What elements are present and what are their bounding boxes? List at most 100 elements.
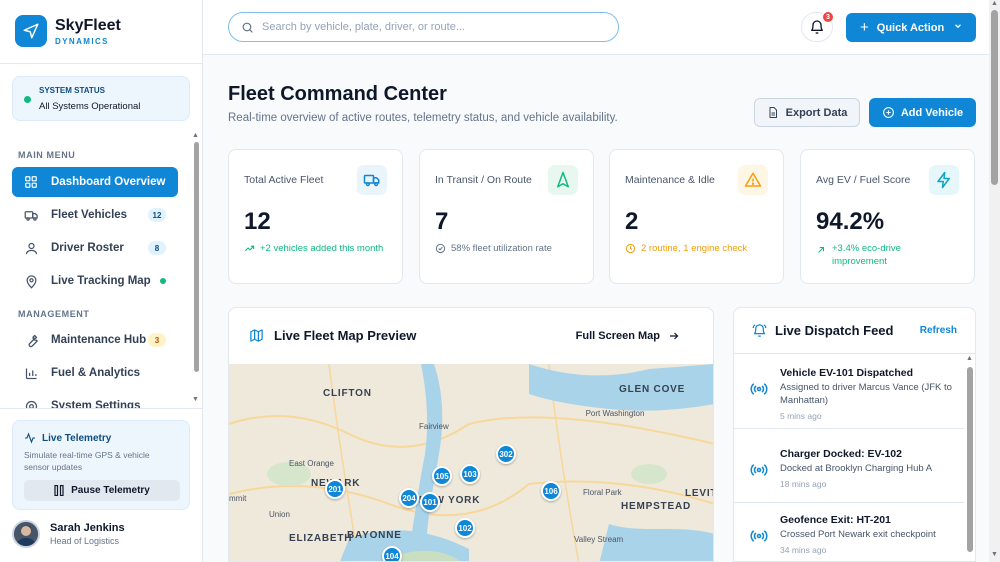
feed-item-time: 5 mins ago — [780, 411, 822, 421]
sidebar-scrollbar[interactable]: ▲ ▼ — [192, 132, 200, 408]
scroll-up-arrow-icon[interactable]: ▲ — [991, 0, 998, 7]
check-circle-icon — [435, 242, 447, 258]
sidebar-item-driver-roster[interactable]: Driver Roster 8 — [12, 233, 178, 263]
scrollbar-thumb[interactable] — [194, 142, 199, 372]
count-badge: 3 — [148, 333, 166, 347]
kpi-card-avg-ev-fuel-score: Avg EV / Fuel Score 94.2% +3.4% eco-driv… — [800, 149, 975, 284]
vehicle-pin[interactable]: 302 — [496, 444, 516, 464]
vehicle-pin[interactable]: 105 — [432, 466, 452, 486]
sidebar-item-dashboard[interactable]: Dashboard Overview — [12, 167, 178, 197]
page-subtitle: Real-time overview of active routes, tel… — [228, 112, 618, 124]
map-pin-icon — [23, 273, 39, 289]
map-place-label: Floral Park — [583, 488, 622, 497]
system-status-label: SYSTEM STATUS — [39, 86, 105, 95]
feed-item-time: 18 mins ago — [780, 479, 827, 489]
scrollbar-thumb[interactable] — [967, 367, 973, 552]
arrow-right-icon — [668, 330, 680, 342]
navigation-logo-icon — [15, 15, 47, 47]
topbar: 3 + Quick Action — [203, 0, 989, 55]
scroll-up-arrow-icon[interactable]: ▲ — [966, 355, 973, 362]
kpi-card-maintenance-idle: Maintenance & Idle 2 2 routine, 1 engine… — [609, 149, 784, 284]
vehicle-pin[interactable]: 204 — [399, 488, 419, 508]
sidebar-item-system-settings[interactable]: System Settings — [12, 391, 178, 408]
search-bar[interactable] — [228, 12, 619, 42]
sidebar-item-label: Fuel & Analytics — [51, 367, 141, 379]
avatar — [12, 520, 40, 548]
scroll-down-arrow-icon[interactable]: ▼ — [991, 551, 998, 558]
map-canvas[interactable]: CLIFTON GLEN COVE Port Washington Fairvi… — [229, 364, 713, 561]
kpi-note-text: 2 routine, 1 engine check — [641, 243, 748, 254]
scroll-down-arrow-icon[interactable]: ▼ — [192, 396, 199, 403]
section-label-management: MANAGEMENT — [18, 309, 90, 319]
sidebar-item-maintenance-hub[interactable]: Maintenance Hub 3 — [12, 325, 178, 355]
feed-item[interactable]: Geofence Exit: HT-201 Crossed Port Newar… — [734, 514, 964, 561]
map-place-label: CLIFTON — [323, 388, 372, 399]
page-title: Fleet Command Center — [228, 83, 447, 105]
export-data-button[interactable]: Export Data — [754, 98, 860, 127]
broadcast-icon — [750, 381, 768, 400]
refresh-button[interactable]: Refresh — [920, 325, 957, 336]
map-place-label: East Orange — [289, 459, 334, 468]
live-fleet-map-card: Live Fleet Map Preview Full Screen Map C… — [228, 307, 714, 562]
trending-up-icon — [244, 242, 256, 258]
activity-icon — [24, 432, 36, 444]
sidebar-item-fleet-vehicles[interactable]: Fleet Vehicles 12 — [12, 200, 178, 230]
scroll-up-arrow-icon[interactable]: ▲ — [192, 132, 199, 139]
quick-action-button[interactable]: + Quick Action — [846, 13, 976, 42]
sidebar-nav: MAIN MENU Dashboard Overview Fleet Vehic… — [0, 132, 203, 408]
vehicle-pin[interactable]: 101 — [420, 492, 440, 512]
full-screen-map-label: Full Screen Map — [575, 330, 660, 342]
user-profile[interactable]: Sarah Jenkins Head of Logistics — [12, 520, 125, 548]
pause-telemetry-label: Pause Telemetry — [71, 485, 150, 496]
map-place-label: BAYONNE — [347, 530, 402, 541]
sidebar-item-live-tracking-map[interactable]: Live Tracking Map — [12, 266, 178, 296]
feed-item[interactable]: Charger Docked: EV-102 Docked at Brookly… — [734, 448, 964, 503]
divider — [0, 63, 202, 64]
vehicle-pin[interactable]: 103 — [460, 464, 480, 484]
live-dispatch-feed-card: Live Dispatch Feed Refresh Vehicle EV-10… — [733, 307, 976, 562]
live-telemetry-card: Live Telemetry Simulate real-time GPS & … — [12, 420, 190, 510]
map-card-title: Live Fleet Map Preview — [274, 328, 417, 343]
add-vehicle-button[interactable]: Add Vehicle — [869, 98, 976, 127]
vehicle-pin[interactable]: 201 — [325, 479, 345, 499]
pause-telemetry-button[interactable]: Pause Telemetry — [24, 480, 180, 501]
vehicle-pin[interactable]: 106 — [541, 481, 561, 501]
vehicle-pin[interactable]: 104 — [382, 546, 402, 561]
feed-scrollbar[interactable]: ▲ — [965, 355, 975, 561]
feed-item-time: 34 mins ago — [780, 545, 827, 555]
live-status-dot-icon — [160, 278, 166, 284]
kpi-value: 2 — [625, 208, 639, 235]
bell-icon — [809, 19, 825, 35]
brand-name: SkyFleet — [55, 16, 121, 34]
sidebar-item-label: Maintenance Hub — [51, 334, 147, 346]
feed-title: Live Dispatch Feed — [775, 323, 894, 338]
telemetry-description: Simulate real-time GPS & vehicle sensor … — [24, 450, 150, 472]
scrollbar-thumb[interactable] — [991, 10, 998, 185]
map-place-label: Port Washington — [585, 409, 645, 418]
notification-count-badge: 3 — [822, 11, 834, 23]
bar-chart-icon — [23, 365, 39, 381]
sidebar-item-fuel-analytics[interactable]: Fuel & Analytics — [12, 358, 178, 388]
map-place-label: HEMPSTEAD — [621, 501, 691, 512]
page-scrollbar[interactable]: ▲ ▼ — [989, 0, 1000, 562]
alert-triangle-icon — [738, 165, 768, 195]
arrow-up-right-icon — [816, 242, 828, 259]
sidebar-item-label: Live Tracking Map — [51, 275, 151, 287]
user-name: Sarah Jenkins — [50, 522, 125, 534]
vehicle-pin[interactable]: 102 — [455, 518, 475, 538]
search-input[interactable] — [262, 21, 592, 33]
navigation-icon — [548, 165, 578, 195]
kpi-value: 12 — [244, 208, 271, 235]
truck-icon — [357, 165, 387, 195]
feed-item-description: Crossed Port Newark exit checkpoint — [780, 529, 936, 540]
feed-item[interactable]: Vehicle EV-101 Dispatched Assigned to dr… — [734, 367, 964, 429]
notifications-button[interactable]: 3 — [801, 11, 834, 42]
feed-item-description: Assigned to driver Marcus Vance (JFK to … — [780, 382, 952, 406]
brand[interactable]: SkyFleet DYNAMICS — [15, 15, 121, 47]
divider — [734, 353, 975, 354]
kpi-label: Avg EV / Fuel Score — [816, 174, 911, 186]
map-place-label: ELIZABETH — [289, 533, 353, 544]
sidebar-item-label: Dashboard Overview — [51, 176, 166, 188]
full-screen-map-link[interactable]: Full Screen Map — [576, 330, 680, 342]
map-icon — [249, 328, 264, 343]
